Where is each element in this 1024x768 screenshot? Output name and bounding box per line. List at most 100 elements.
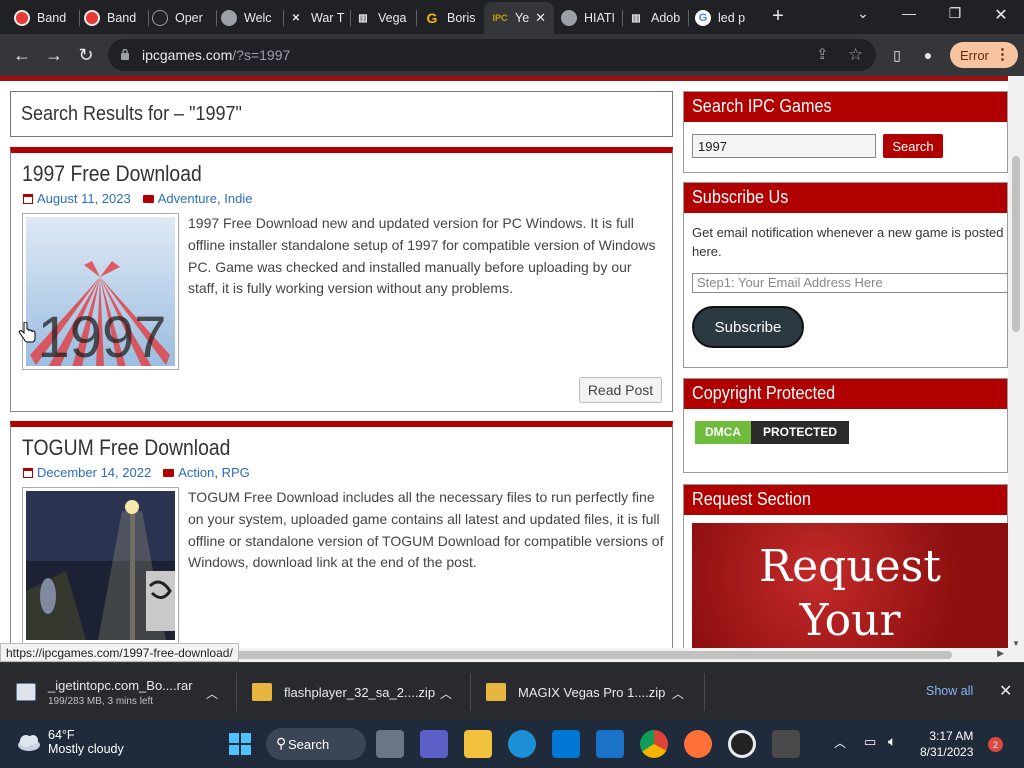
tab-vegas[interactable]: ▥ Vega xyxy=(355,4,410,32)
close-tab-icon[interactable]: ✕ xyxy=(535,10,546,26)
start-icon[interactable] xyxy=(226,730,254,758)
profile-icon[interactable]: ● xyxy=(915,42,941,68)
museum-icon: ▥ xyxy=(631,12,641,24)
scroll-right-icon[interactable]: ▶ xyxy=(997,648,1004,659)
download-item[interactable]: flashplayer_32_sa_2....zip ︿ xyxy=(252,663,462,721)
email-field[interactable]: Step1: Your Email Address Here xyxy=(692,273,1010,293)
reload-icon[interactable]: ↻ xyxy=(73,42,99,68)
chrome-icon[interactable] xyxy=(640,730,668,758)
network-icon[interactable]: ▭ xyxy=(864,734,876,750)
category-link[interactable]: Indie xyxy=(224,191,252,206)
weather-widget[interactable]: 64°F Mostly cloudy xyxy=(16,728,124,756)
post-thumbnail[interactable]: 1997 xyxy=(22,213,179,370)
google-icon: G xyxy=(695,10,711,26)
tray-chevron-icon[interactable]: ︿ xyxy=(834,734,846,751)
show-all-downloads-link[interactable]: Show all xyxy=(926,684,973,698)
search-label: Search xyxy=(288,736,330,752)
record-icon[interactable] xyxy=(728,730,756,758)
forward-icon[interactable]: → xyxy=(41,42,67,68)
calendar-app-icon[interactable] xyxy=(772,730,800,758)
copyright-widget: Copyright Protected DMCA PROTECTED xyxy=(683,378,1008,473)
link-status-url: https://ipcgames.com/1997-free-download/ xyxy=(0,643,239,662)
calendar-icon xyxy=(23,193,33,204)
subscribe-button[interactable]: Subscribe xyxy=(692,306,804,348)
search-button[interactable]: Search xyxy=(883,134,943,158)
tab-openai[interactable]: Oper xyxy=(152,4,216,32)
tab-welcome[interactable]: Welc xyxy=(221,4,281,32)
scroll-down-icon[interactable]: ▼ xyxy=(1012,639,1020,648)
post-title[interactable]: 1997 Free Download xyxy=(22,161,202,187)
banner-line: Your xyxy=(799,595,901,646)
windows-taskbar: 64°F Mostly cloudy ⚲ Search ︿ ▭ 🔈︎ 3:17 … xyxy=(0,720,1024,768)
tab-led[interactable]: G led p xyxy=(695,4,753,32)
firefox-icon[interactable] xyxy=(684,730,712,758)
minimize-icon[interactable]: — xyxy=(894,5,924,21)
download-item[interactable]: MAGIX Vegas Pro 1....zip ︿ xyxy=(486,663,696,721)
edge-icon[interactable] xyxy=(508,730,536,758)
download-filename: MAGIX Vegas Pro 1....zip xyxy=(518,684,666,700)
scroll-thumb[interactable] xyxy=(1012,156,1020,332)
tab-band-2[interactable]: Band xyxy=(84,4,146,32)
tab-ipc-active[interactable]: IPC Ye ✕ xyxy=(484,2,554,34)
widget-title: Request Section xyxy=(684,485,1007,515)
tab-band-1[interactable]: Band xyxy=(14,4,76,32)
vertical-scrollbar[interactable]: ▼ xyxy=(1008,76,1024,662)
clock-time: 3:17 AM xyxy=(929,729,974,743)
folder-icon xyxy=(142,194,154,203)
tab-boris[interactable]: G Boris xyxy=(424,4,482,32)
protected-label: PROTECTED xyxy=(751,421,850,444)
tab-search-icon[interactable]: ⌄ xyxy=(848,5,878,22)
restore-icon[interactable]: ❐ xyxy=(940,5,970,22)
file-explorer-icon[interactable] xyxy=(464,730,492,758)
dmca-badge[interactable]: DMCA PROTECTED xyxy=(695,421,850,444)
teams-icon[interactable] xyxy=(420,730,448,758)
tab-label: Adob xyxy=(651,11,681,25)
clock[interactable]: 3:17 AM 8/31/2023 xyxy=(920,728,973,760)
cover-title: 1997 xyxy=(37,305,166,366)
post-thumbnail[interactable] xyxy=(22,487,179,644)
back-icon[interactable]: ← xyxy=(9,42,35,68)
post-excerpt: 1997 Free Download new and updated versi… xyxy=(188,215,656,297)
record-icon xyxy=(84,10,100,26)
request-banner[interactable]: Request Your xyxy=(692,523,1008,653)
close-downloads-icon[interactable]: ✕ xyxy=(999,681,1012,701)
mail-icon[interactable] xyxy=(596,730,624,758)
new-tab-button[interactable]: + xyxy=(766,5,790,28)
weather-text: Mostly cloudy xyxy=(48,742,124,756)
download-item[interactable]: _igetintopc.com_Bo....rar 199/283 MB, 3 … xyxy=(16,663,234,721)
search-input[interactable]: 1997 xyxy=(692,134,876,158)
post-card: 1997 Free Download August 11, 2023 Adven… xyxy=(10,147,673,412)
ipc-icon: IPC xyxy=(492,13,508,23)
side-panel-icon[interactable]: ▯ xyxy=(884,42,910,68)
category-link[interactable]: Adventure xyxy=(158,191,217,206)
tab-adobe[interactable]: ▥ Adob xyxy=(628,4,686,32)
chevron-up-icon[interactable]: ︿ xyxy=(206,685,218,702)
share-icon[interactable]: ⇪ xyxy=(816,45,829,63)
folder-icon xyxy=(163,468,175,477)
address-bar[interactable]: ipcgames.com/?s=1997 ⇪ ☆ xyxy=(108,39,876,71)
temperature: 64°F xyxy=(48,728,75,742)
tab-label: Ye xyxy=(515,11,530,25)
clock-date: 8/31/2023 xyxy=(920,745,974,759)
task-view-icon[interactable] xyxy=(376,730,404,758)
post-date[interactable]: August 11, 2023 xyxy=(37,191,131,206)
tab-hiatus[interactable]: HIATI xyxy=(561,4,621,32)
taskbar-search[interactable]: ⚲ Search xyxy=(266,728,366,760)
chevron-up-icon[interactable]: ︿ xyxy=(672,685,684,702)
category-link[interactable]: RPG xyxy=(222,465,250,480)
tab-wartable[interactable]: ✕ War T xyxy=(288,4,346,32)
post-card: TOGUM Free Download December 14, 2022 Ac… xyxy=(10,421,673,662)
post-title[interactable]: TOGUM Free Download xyxy=(22,435,230,461)
close-window-icon[interactable]: ✕ xyxy=(986,5,1016,25)
category-link[interactable]: Action xyxy=(178,465,214,480)
chevron-up-icon[interactable]: ︿ xyxy=(440,685,452,702)
read-post-button[interactable]: Read Post xyxy=(579,377,662,403)
game-cover-1997: 1997 xyxy=(26,217,175,370)
notification-badge[interactable]: 2 xyxy=(988,737,1003,752)
volume-icon[interactable]: 🔈︎ xyxy=(888,733,896,750)
page-viewport: Search Results for – "1997" 1997 Free Do… xyxy=(0,76,1024,662)
error-button[interactable]: Error ⋮ xyxy=(950,42,1018,68)
post-date[interactable]: December 14, 2022 xyxy=(37,465,151,480)
bookmark-star-icon[interactable]: ☆ xyxy=(848,45,863,65)
store-icon[interactable] xyxy=(552,730,580,758)
